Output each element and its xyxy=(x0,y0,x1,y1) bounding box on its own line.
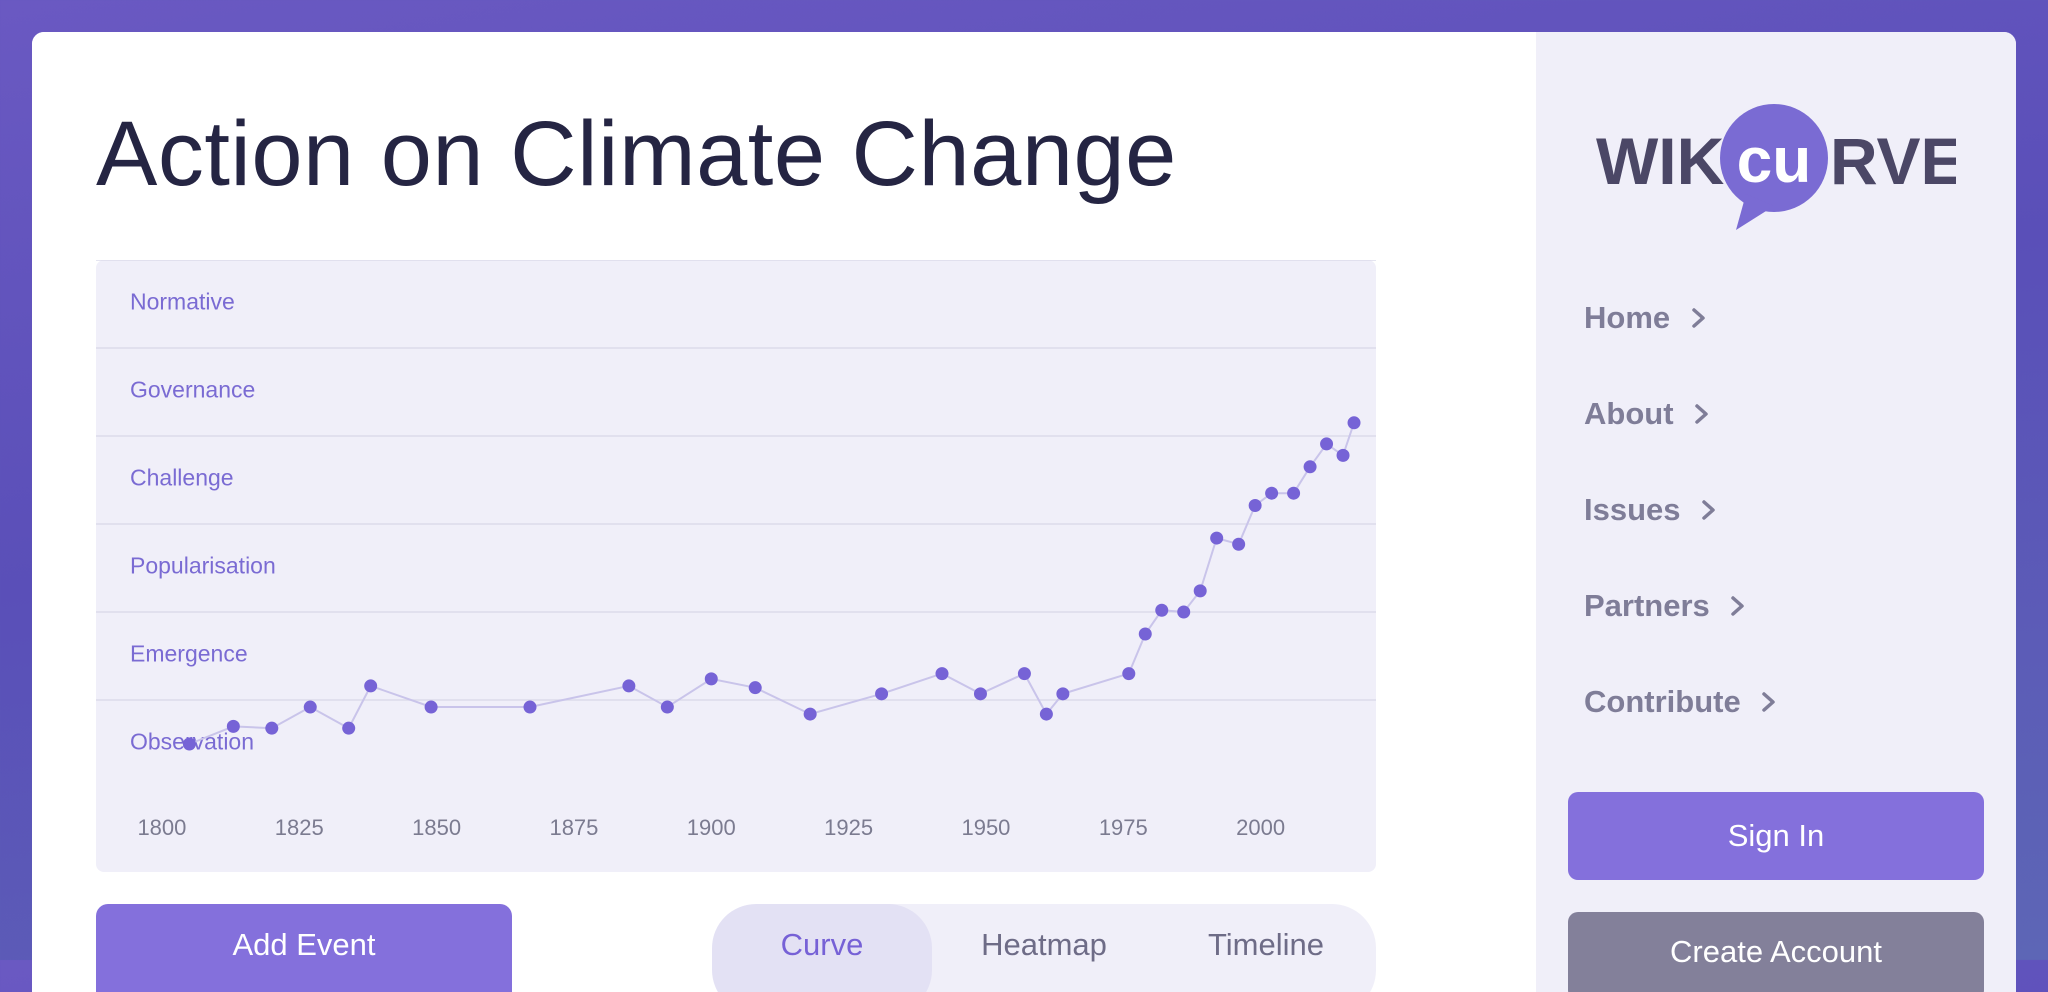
data-point xyxy=(1336,448,1350,462)
view-toggle: Curve Heatmap Timeline xyxy=(712,904,1376,992)
add-event-button[interactable]: Add Event xyxy=(96,904,512,992)
nav-label: About xyxy=(1584,396,1674,431)
curve-chart: ObservationEmergencePopularisationChalle… xyxy=(96,260,1376,872)
nav-item-issues[interactable]: Issues xyxy=(1584,482,1717,538)
x-tick-label: 1975 xyxy=(1099,815,1148,840)
data-point xyxy=(660,700,674,714)
main-panel: Action on Climate Change ObservationEmer… xyxy=(32,32,1536,992)
band-label-challenge: Challenge xyxy=(130,464,234,490)
x-tick-label: 1900 xyxy=(687,815,736,840)
nav-item-home[interactable]: Home xyxy=(1584,290,1707,346)
data-point xyxy=(1122,667,1136,681)
data-point xyxy=(622,679,636,693)
data-point xyxy=(875,687,889,701)
band-label-emergence: Emergence xyxy=(130,640,248,666)
data-point xyxy=(1056,687,1070,701)
view-curve-button[interactable]: Curve xyxy=(712,904,932,992)
nav-label: Partners xyxy=(1584,588,1710,623)
logo-text-right: RVE xyxy=(1830,124,1956,198)
data-point xyxy=(226,719,240,733)
chart-svg: ObservationEmergencePopularisationChalle… xyxy=(96,260,1376,840)
wikicurve-logo[interactable]: WIKI cu RVE xyxy=(1596,94,1956,234)
data-point xyxy=(803,707,817,721)
sidebar: WIKI cu RVE Home About Issues Partners C… xyxy=(1536,32,2016,992)
data-point xyxy=(303,700,317,714)
x-tick-label: 1875 xyxy=(549,815,598,840)
x-tick-label: 1850 xyxy=(412,815,461,840)
nav-item-contribute[interactable]: Contribute xyxy=(1584,674,1777,730)
x-tick-label: 1925 xyxy=(824,815,873,840)
data-point xyxy=(1210,531,1224,545)
create-account-button[interactable]: Create Account xyxy=(1568,912,1984,992)
data-point xyxy=(523,700,537,714)
data-point xyxy=(364,679,378,693)
data-point xyxy=(704,672,718,686)
data-point xyxy=(1193,584,1207,598)
x-tick-label: 2000 xyxy=(1236,815,1285,840)
data-point xyxy=(1138,627,1152,641)
data-point xyxy=(973,687,987,701)
data-point xyxy=(342,721,356,735)
data-point xyxy=(935,667,949,681)
data-point xyxy=(1303,460,1317,474)
x-tick-label: 1800 xyxy=(137,815,186,840)
chevron-right-icon xyxy=(1692,308,1705,328)
page-title: Action on Climate Change xyxy=(96,103,1177,205)
x-tick-label: 1825 xyxy=(275,815,324,840)
x-tick-label: 1950 xyxy=(961,815,1010,840)
chevron-right-icon xyxy=(1731,596,1745,616)
band-label-normative: Normative xyxy=(130,288,235,314)
data-point xyxy=(1039,707,1053,721)
data-point xyxy=(1177,605,1191,619)
data-point xyxy=(265,721,279,735)
chevron-right-icon xyxy=(1762,692,1776,712)
chevron-right-icon xyxy=(1695,404,1708,424)
data-point xyxy=(182,737,196,751)
view-heatmap-button[interactable]: Heatmap xyxy=(932,904,1156,992)
data-point xyxy=(1265,486,1279,500)
data-point xyxy=(1347,416,1361,430)
nav-label: Issues xyxy=(1584,492,1681,527)
chevron-right-icon xyxy=(1702,500,1715,520)
data-point xyxy=(1248,499,1262,513)
band-label-governance: Governance xyxy=(130,376,255,402)
data-point xyxy=(1287,486,1301,500)
data-point xyxy=(424,700,438,714)
app-frame: Action on Climate Change ObservationEmer… xyxy=(32,32,2016,992)
series-line xyxy=(189,422,1355,745)
data-point xyxy=(1320,437,1334,451)
data-point xyxy=(1232,537,1246,551)
data-point xyxy=(748,681,762,695)
data-point xyxy=(1017,667,1031,681)
nav-item-partners[interactable]: Partners xyxy=(1584,578,1746,634)
nav-label: Home xyxy=(1584,300,1671,335)
data-point xyxy=(1155,603,1169,617)
logo-mark-text: cu xyxy=(1737,124,1812,196)
view-timeline-button[interactable]: Timeline xyxy=(1156,904,1376,992)
sign-in-button[interactable]: Sign In xyxy=(1568,792,1984,880)
band-label-popularisation: Popularisation xyxy=(130,552,276,578)
nav-item-about[interactable]: About xyxy=(1584,386,1710,442)
nav-label: Contribute xyxy=(1584,684,1741,719)
